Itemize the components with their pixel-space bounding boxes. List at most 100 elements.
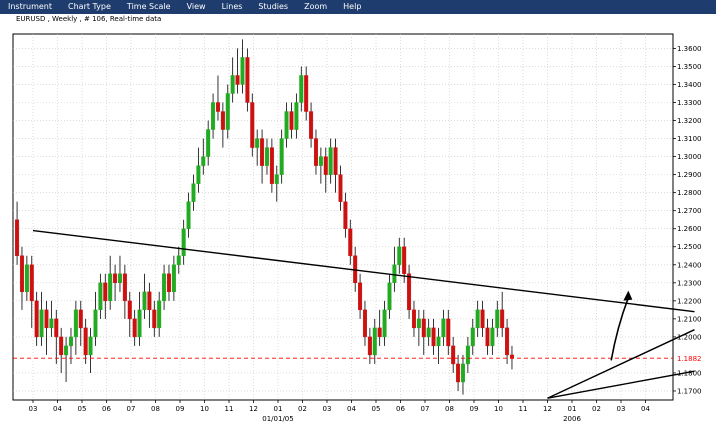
x-tick-label: 02 — [298, 405, 307, 413]
candle-body — [142, 291, 147, 311]
candle-body — [377, 327, 382, 338]
y-tick-label: 1.2500 — [677, 243, 702, 251]
y-tick-label: 1.3600 — [677, 45, 702, 53]
candle-body — [166, 273, 171, 293]
candle-body — [397, 246, 402, 265]
x-tick-label: 04 — [53, 405, 62, 413]
candle-body — [416, 318, 421, 329]
candle-body — [402, 246, 407, 274]
menu-time-scale[interactable]: Time Scale — [127, 0, 171, 14]
candle-body — [211, 102, 216, 130]
candle-body — [289, 111, 294, 130]
candle-body — [19, 255, 24, 293]
x-tick-label: 09 — [470, 405, 479, 413]
x-tick-label: 08 — [445, 405, 454, 413]
candle-body — [196, 165, 201, 184]
candle-body — [117, 273, 122, 284]
y-tick-label: 1.2800 — [677, 189, 702, 197]
candle-body — [269, 147, 274, 184]
candle-body — [162, 273, 167, 302]
x-year-label: 01/01/05 — [262, 415, 293, 423]
candle-body — [333, 147, 338, 175]
current-price-label: 1.1882 — [677, 355, 702, 363]
x-tick-label: 11 — [225, 405, 234, 413]
x-tick-label: 01 — [274, 405, 283, 413]
candle-body — [392, 264, 397, 284]
candle-body — [362, 309, 367, 338]
x-tick-label: 04 — [641, 405, 650, 413]
candle-body — [451, 345, 456, 365]
candle-body — [323, 156, 328, 175]
candle-body — [304, 75, 309, 112]
candle-body — [490, 327, 495, 347]
candle-body — [279, 138, 284, 175]
candle-body — [59, 336, 64, 356]
price-chart[interactable]: EURUSD , Weekly , # 106, Real-time data … — [0, 14, 716, 426]
candle-body — [313, 138, 318, 166]
x-axis: 03 04 05 06 07 08 09 10 11 12 01 02 03 04 05 06 07 08 09 10… — [29, 400, 650, 423]
candle-body — [93, 309, 98, 338]
x-tick-label: 08 — [151, 405, 160, 413]
candle-body — [260, 138, 265, 166]
y-tick-label: 1.1800 — [677, 369, 702, 377]
candle-body — [470, 327, 475, 347]
candle-body — [475, 309, 480, 329]
candle-body — [176, 255, 181, 265]
menu-view[interactable]: View — [187, 0, 206, 14]
x-tick-label: 03 — [29, 405, 38, 413]
menu-zoom[interactable]: Zoom — [304, 0, 327, 14]
candle-body — [284, 111, 289, 139]
y-tick-label: 1.2600 — [677, 225, 702, 233]
candle-body — [54, 318, 59, 338]
candle — [245, 48, 250, 112]
candle-body — [505, 327, 510, 356]
candle-body — [446, 318, 451, 347]
candle-body — [431, 327, 436, 347]
x-tick-label: 10 — [200, 405, 209, 413]
x-tick-label: 05 — [372, 405, 381, 413]
candle-body — [460, 363, 465, 383]
candle-body — [132, 318, 137, 338]
candle-body — [98, 282, 103, 311]
x-tick-label: 07 — [127, 405, 136, 413]
candle-body — [338, 174, 343, 202]
candle-body — [358, 282, 363, 311]
candle-body — [206, 129, 211, 157]
candle-body — [343, 201, 348, 229]
candle-body — [230, 75, 235, 94]
x-tick-label: 06 — [396, 405, 405, 413]
menu-chart-type[interactable]: Chart Type — [68, 0, 111, 14]
candle-body — [348, 228, 353, 256]
y-tick-label: 1.2100 — [677, 315, 702, 323]
candle-body — [436, 336, 441, 347]
candle-body — [64, 345, 69, 356]
candle-body — [426, 327, 431, 338]
candle-body — [73, 309, 78, 338]
y-tick-label: 1.3300 — [677, 99, 702, 107]
x-tick-label: 04 — [347, 405, 356, 413]
candle-body — [318, 156, 323, 166]
candle-body — [407, 273, 412, 311]
y-tick-label: 1.2200 — [677, 297, 702, 305]
plot-area — [12, 33, 674, 401]
menu-lines[interactable]: Lines — [222, 0, 243, 14]
candle-body — [103, 282, 108, 302]
candle-body — [108, 273, 113, 302]
y-tick-label: 1.2300 — [677, 279, 702, 287]
candle — [250, 93, 255, 157]
menu-help[interactable]: Help — [343, 0, 361, 14]
menu-bar: Instrument Chart Type Time Scale View Li… — [0, 0, 716, 14]
candle-body — [240, 57, 245, 85]
candle-body — [274, 174, 279, 184]
y-tick-label: 1.3000 — [677, 153, 702, 161]
candle-body — [411, 309, 416, 329]
candle-body — [382, 309, 387, 338]
candle-body — [113, 273, 118, 284]
menu-studies[interactable]: Studies — [258, 0, 288, 14]
candle-body — [264, 147, 269, 166]
x-tick-label: 02 — [592, 405, 601, 413]
candle-body — [294, 102, 299, 130]
x-tick-label: 09 — [176, 405, 185, 413]
menu-instrument[interactable]: Instrument — [8, 0, 52, 14]
x-tick-label: 03 — [323, 405, 332, 413]
